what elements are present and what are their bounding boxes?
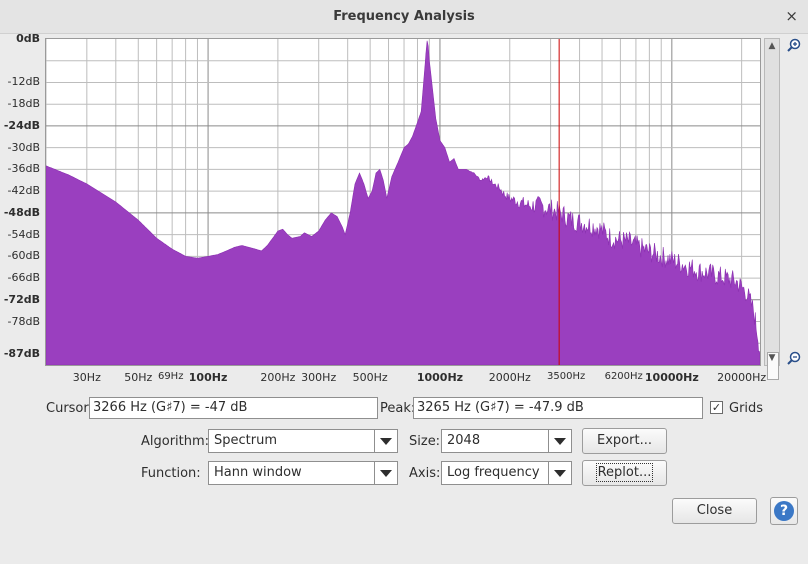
size-select[interactable]: 2048: [441, 429, 572, 453]
scroll-down-arrow-icon[interactable]: ▼: [765, 351, 779, 365]
axis-label: Axis:: [409, 466, 441, 481]
db-tick-label: -36dB: [7, 162, 41, 176]
spectrum-plot[interactable]: [45, 38, 761, 366]
vertical-scrollbar[interactable]: ▲ ▼: [764, 38, 780, 380]
grids-checkbox[interactable]: ✓: [710, 401, 723, 414]
window-title: Frequency Analysis: [333, 9, 475, 24]
chevron-down-icon[interactable]: [374, 430, 397, 452]
replot-button[interactable]: Replot...: [582, 460, 667, 486]
size-label: Size:: [409, 434, 441, 449]
db-tick-label: -66dB: [7, 271, 41, 285]
frequency-tick-label: 500Hz: [352, 371, 388, 384]
axis-value: Log frequency: [447, 465, 540, 480]
frequency-tick-label: 300Hz: [301, 371, 337, 384]
export-button[interactable]: Export...: [582, 428, 667, 454]
frequency-tick-label: 20000Hz: [717, 371, 767, 384]
db-tick-label: -24dB: [3, 118, 40, 132]
chevron-down-icon[interactable]: [548, 430, 571, 452]
db-tick-label: -87dB: [3, 347, 40, 361]
title-bar: Frequency Analysis ×: [0, 0, 808, 34]
frequency-tick-label: 3500Hz: [547, 371, 586, 382]
chevron-down-icon[interactable]: [548, 462, 571, 484]
help-icon: ?: [774, 501, 794, 521]
close-button[interactable]: Close: [672, 498, 757, 524]
frequency-tick-label: 2000Hz: [488, 371, 531, 384]
db-tick-label: -72dB: [3, 292, 40, 306]
replot-button-label: Replot...: [595, 463, 654, 482]
db-tick-label: -60dB: [7, 249, 41, 263]
db-tick-label: -30dB: [7, 140, 41, 154]
frequency-tick-label: 6200Hz: [604, 371, 643, 382]
cursor-readout-field[interactable]: 3266 Hz (G♯7) = -47 dB: [89, 397, 378, 419]
function-select[interactable]: Hann window: [208, 461, 398, 485]
frequency-tick-label: 50Hz: [124, 371, 153, 384]
peak-readout-field[interactable]: 3265 Hz (G♯7) = -47.9 dB: [413, 397, 703, 419]
help-button[interactable]: ?: [770, 497, 798, 525]
db-tick-label: -12dB: [7, 75, 41, 89]
frequency-tick-label: 30Hz: [72, 371, 101, 384]
algorithm-value: Spectrum: [214, 433, 277, 448]
frequency-tick-label: 200Hz: [260, 371, 296, 384]
db-tick-label: -48dB: [3, 205, 40, 219]
cursor-label: Cursor:: [46, 401, 93, 416]
function-label: Function:: [141, 466, 201, 481]
frequency-tick-label: 100Hz: [188, 371, 228, 384]
frequency-tick-label: 69Hz: [157, 371, 184, 382]
spectrum-svg: [46, 39, 760, 365]
algorithm-select[interactable]: Spectrum: [208, 429, 398, 453]
zoom-out-icon[interactable]: [787, 351, 801, 365]
db-tick-label: -78dB: [7, 314, 41, 328]
scroll-up-arrow-icon[interactable]: ▲: [765, 39, 779, 53]
frequency-tick-label: 1000Hz: [416, 371, 464, 384]
db-tick-label: -42dB: [7, 184, 41, 198]
zoom-in-icon[interactable]: [787, 38, 801, 52]
spectrum-area: [46, 40, 760, 365]
db-tick-label: -18dB: [7, 97, 41, 111]
grids-label: Grids: [729, 401, 764, 416]
db-tick-label: -54dB: [7, 227, 41, 241]
function-value: Hann window: [214, 465, 302, 480]
algorithm-label: Algorithm:: [141, 434, 210, 449]
size-value: 2048: [447, 433, 481, 448]
frequency-tick-label: 10000Hz: [644, 371, 699, 384]
db-tick-label: 0dB: [16, 32, 40, 45]
peak-label: Peak:: [380, 401, 416, 416]
chevron-down-icon[interactable]: [374, 462, 397, 484]
axis-select[interactable]: Log frequency: [441, 461, 572, 485]
window-close-icon[interactable]: ×: [785, 7, 798, 25]
